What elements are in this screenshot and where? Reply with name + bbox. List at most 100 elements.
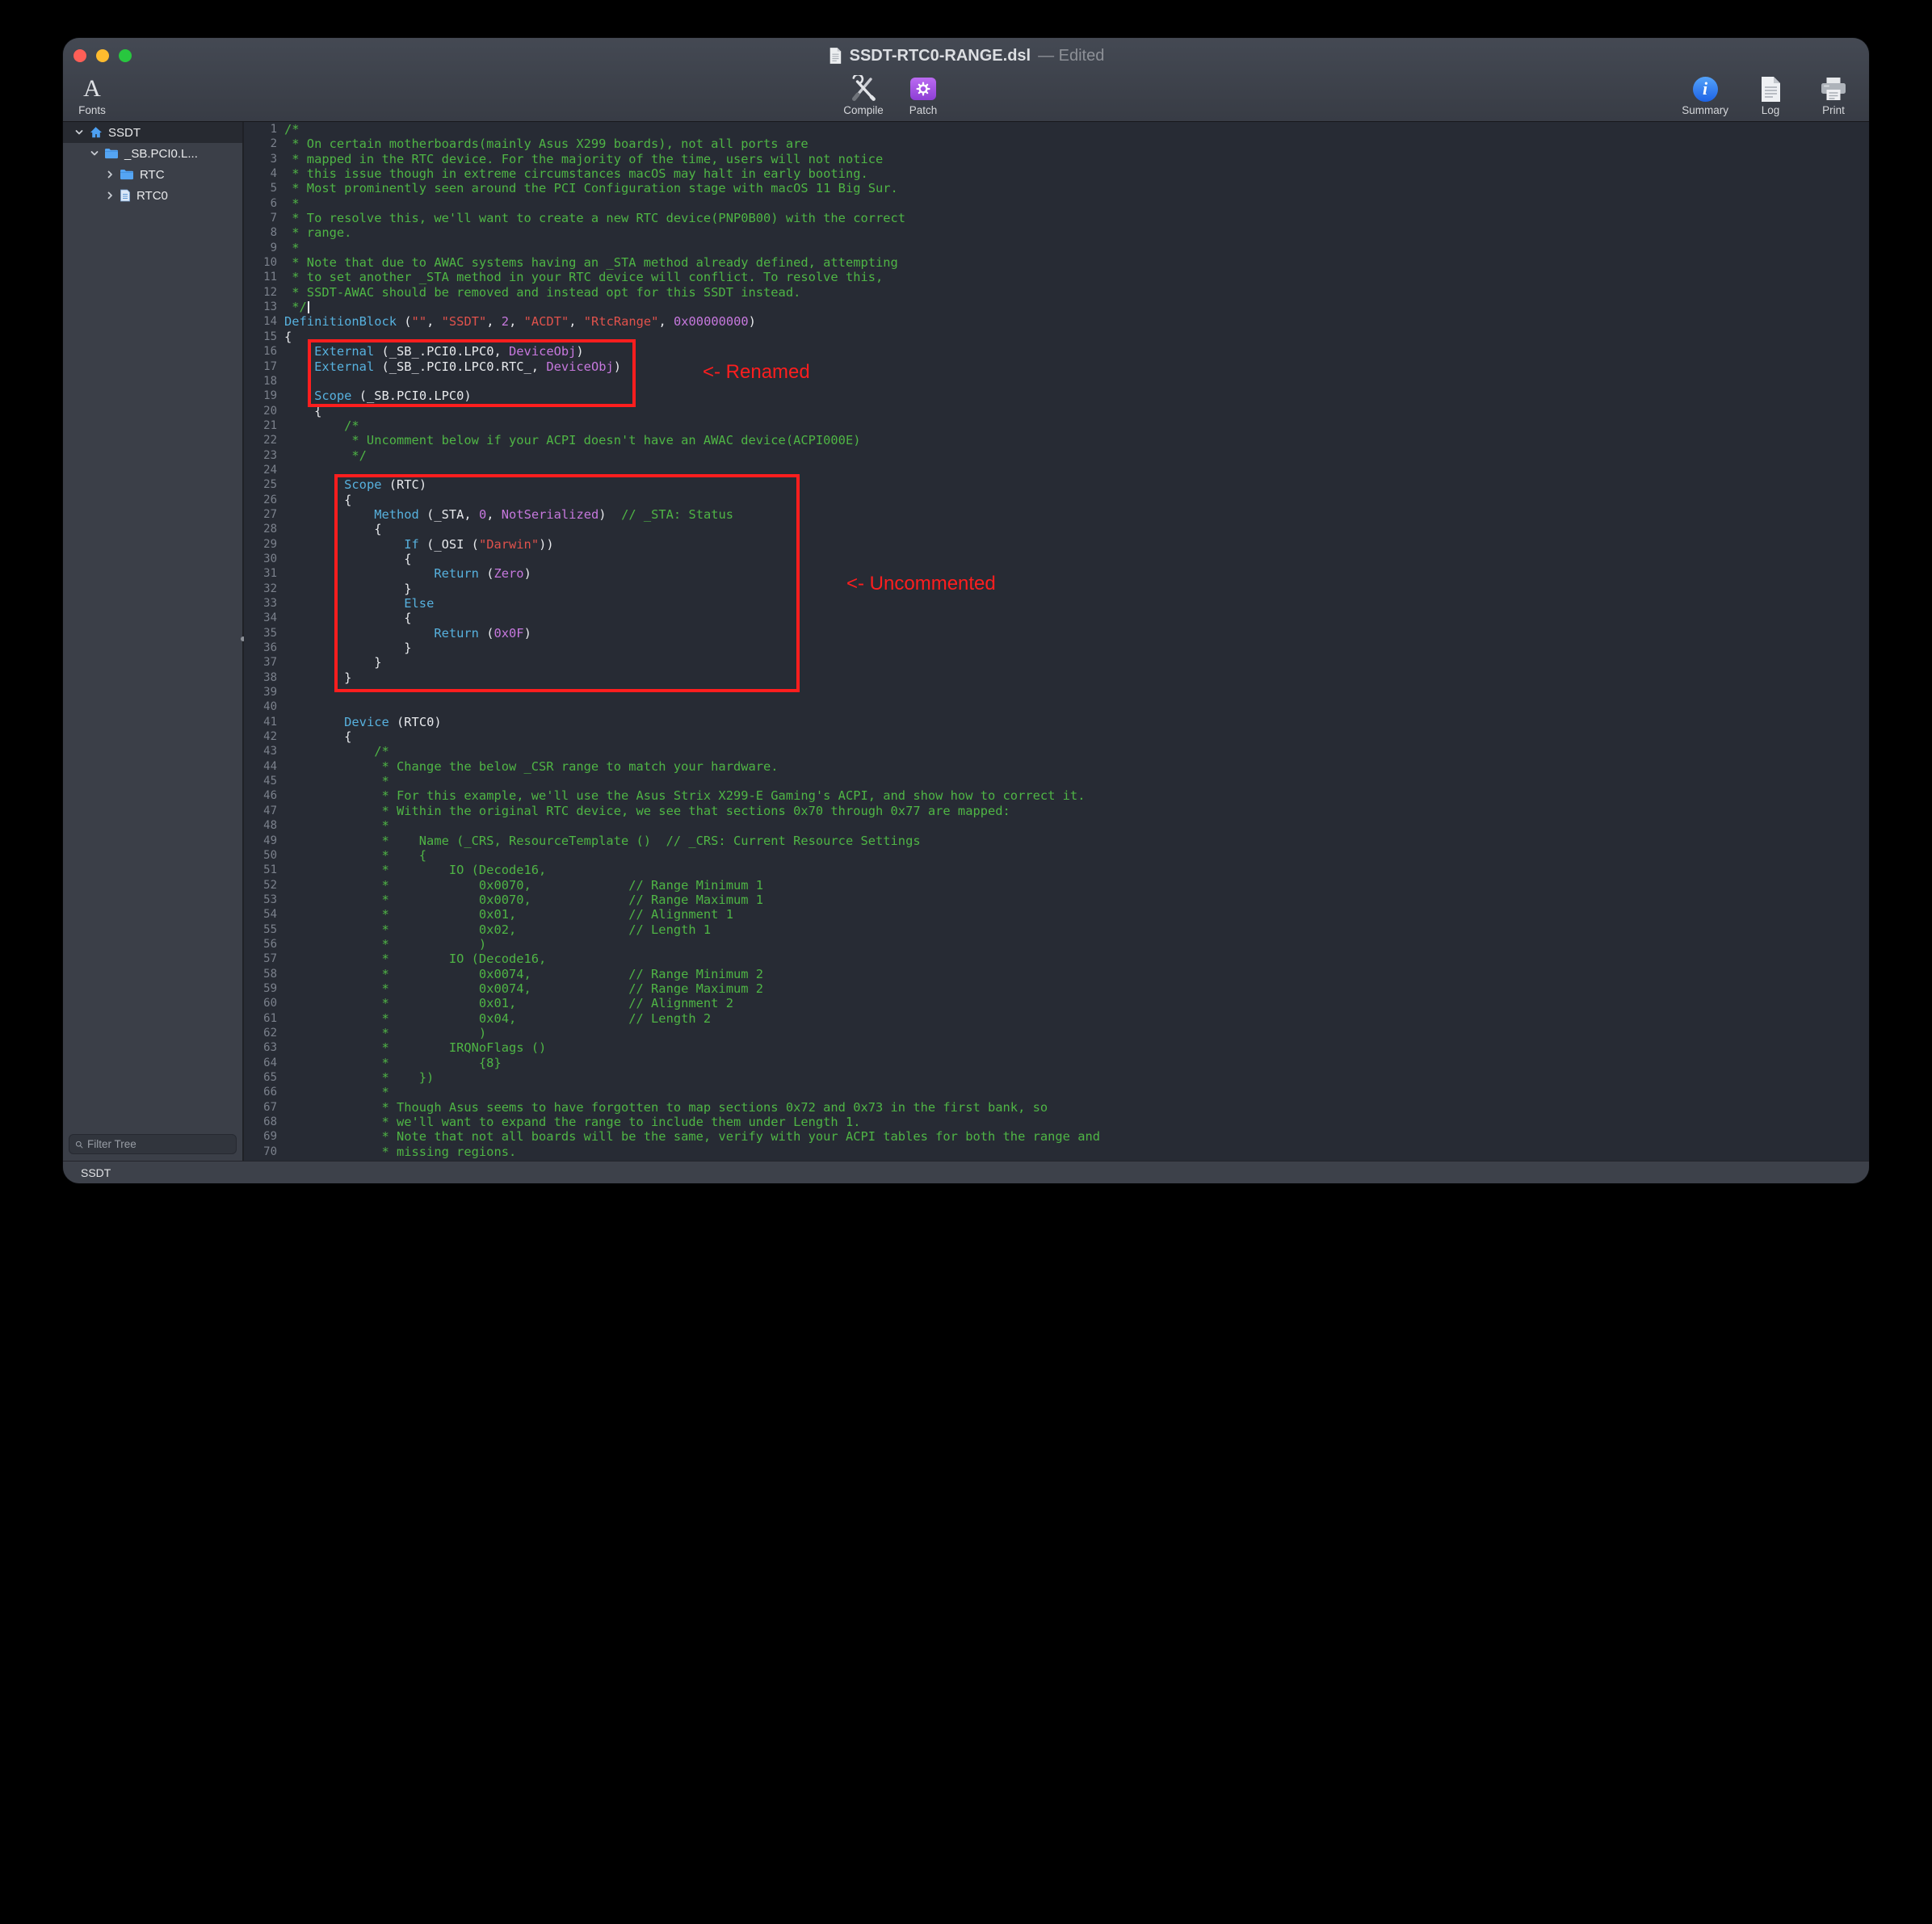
- code-line-28[interactable]: 28 {: [244, 522, 1869, 536]
- code-line-57[interactable]: 57 * IO (Decode16,: [244, 951, 1869, 966]
- code-line-11[interactable]: 11 * to set another _STA method in your …: [244, 270, 1869, 284]
- code-line-17[interactable]: 17 External (_SB_.PCI0.LPC0.RTC_, Device…: [244, 359, 1869, 374]
- code-line-39[interactable]: 39: [244, 685, 1869, 699]
- code-line-26[interactable]: 26 {: [244, 493, 1869, 507]
- code-line-64[interactable]: 64 * {8}: [244, 1056, 1869, 1070]
- sidebar-item-rtc[interactable]: RTC: [63, 164, 242, 185]
- code-line-34[interactable]: 34 {: [244, 611, 1869, 625]
- code-line-43[interactable]: 43 /*: [244, 744, 1869, 758]
- code-line-27[interactable]: 27 Method (_STA, 0, NotSerialized) // _S…: [244, 507, 1869, 522]
- code-text: Return (0x0F): [284, 626, 531, 641]
- code-line-58[interactable]: 58 * 0x0074, // Range Minimum 2: [244, 967, 1869, 981]
- code-line-24[interactable]: 24: [244, 463, 1869, 477]
- code-line-20[interactable]: 20 {: [244, 404, 1869, 418]
- log-button[interactable]: Log: [1749, 75, 1791, 116]
- code-line-50[interactable]: 50 * {: [244, 848, 1869, 863]
- code-line-46[interactable]: 46 * For this example, we'll use the Asu…: [244, 788, 1869, 803]
- code-line-59[interactable]: 59 * 0x0074, // Range Maximum 2: [244, 981, 1869, 996]
- code-line-32[interactable]: 32 }: [244, 582, 1869, 596]
- code-line-30[interactable]: 30 {: [244, 552, 1869, 566]
- code-line-54[interactable]: 54 * 0x01, // Alignment 1: [244, 907, 1869, 922]
- code-line-65[interactable]: 65 * }): [244, 1070, 1869, 1085]
- code-line-69[interactable]: 69 * Note that not all boards will be th…: [244, 1129, 1869, 1144]
- code-line-1[interactable]: 1/*: [244, 122, 1869, 137]
- code-line-13[interactable]: 13 */: [244, 300, 1869, 314]
- code-line-12[interactable]: 12 * SSDT-AWAC should be removed and ins…: [244, 285, 1869, 300]
- code-line-47[interactable]: 47 * Within the original RTC device, we …: [244, 804, 1869, 818]
- sidebar-item-rtc0[interactable]: RTC0: [63, 185, 242, 206]
- close-window-button[interactable]: [74, 49, 86, 62]
- code-line-14[interactable]: 14DefinitionBlock ("", "SSDT", 2, "ACDT"…: [244, 314, 1869, 329]
- code-line-55[interactable]: 55 * 0x02, // Length 1: [244, 922, 1869, 937]
- code-line-60[interactable]: 60 * 0x01, // Alignment 2: [244, 996, 1869, 1010]
- code-line-15[interactable]: 15{: [244, 330, 1869, 344]
- code-line-67[interactable]: 67 * Though Asus seems to have forgotten…: [244, 1100, 1869, 1115]
- tree-item-label: _SB.PCI0.L...: [124, 147, 198, 161]
- code-line-53[interactable]: 53 * 0x0070, // Range Maximum 1: [244, 893, 1869, 907]
- titlebar[interactable]: SSDT-RTC0-RANGE.dsl — Edited: [63, 38, 1869, 74]
- print-label: Print: [1822, 104, 1845, 116]
- code-line-62[interactable]: 62 * ): [244, 1026, 1869, 1040]
- code-line-7[interactable]: 7 * To resolve this, we'll want to creat…: [244, 211, 1869, 225]
- code-line-8[interactable]: 8 * range.: [244, 225, 1869, 240]
- code-line-51[interactable]: 51 * IO (Decode16,: [244, 863, 1869, 877]
- sidebar-item-sb-pci0-l[interactable]: _SB.PCI0.L...: [63, 143, 242, 164]
- chevron-down-icon[interactable]: [90, 149, 100, 159]
- filter-tree-field[interactable]: [69, 1134, 237, 1154]
- code-line-49[interactable]: 49 * Name (_CRS, ResourceTemplate () // …: [244, 834, 1869, 848]
- chevron-right-icon[interactable]: [105, 191, 116, 201]
- code-line-31[interactable]: 31 Return (Zero): [244, 566, 1869, 581]
- code-text: * to set another _STA method in your RTC…: [284, 270, 883, 284]
- code-line-66[interactable]: 66 *: [244, 1085, 1869, 1099]
- code-line-18[interactable]: 18: [244, 374, 1869, 389]
- code-text: * 0x04, // Length 2: [284, 1011, 711, 1026]
- summary-button[interactable]: i Summary: [1682, 75, 1728, 116]
- zoom-window-button[interactable]: [119, 49, 132, 62]
- chevron-down-icon[interactable]: [74, 128, 85, 138]
- code-line-70[interactable]: 70 * missing regions.: [244, 1145, 1869, 1159]
- code-line-16[interactable]: 16 External (_SB_.PCI0.LPC0, DeviceObj): [244, 344, 1869, 359]
- code-line-10[interactable]: 10 * Note that due to AWAC systems havin…: [244, 255, 1869, 270]
- code-line-38[interactable]: 38 }: [244, 670, 1869, 685]
- code-line-19[interactable]: 19 Scope (_SB.PCI0.LPC0): [244, 389, 1869, 403]
- code-line-40[interactable]: 40: [244, 699, 1869, 714]
- text-cursor: [308, 301, 309, 313]
- code-line-4[interactable]: 4 * this issue though in extreme circums…: [244, 166, 1869, 181]
- code-line-52[interactable]: 52 * 0x0070, // Range Minimum 1: [244, 878, 1869, 893]
- code-line-25[interactable]: 25 Scope (RTC): [244, 477, 1869, 492]
- code-line-44[interactable]: 44 * Change the below _CSR range to matc…: [244, 759, 1869, 774]
- code-line-63[interactable]: 63 * IRQNoFlags (): [244, 1040, 1869, 1055]
- code-line-2[interactable]: 2 * On certain motherboards(mainly Asus …: [244, 137, 1869, 151]
- code-line-36[interactable]: 36 }: [244, 641, 1869, 655]
- fonts-button[interactable]: A Fonts: [71, 75, 113, 116]
- code-line-61[interactable]: 61 * 0x04, // Length 2: [244, 1011, 1869, 1026]
- code-line-9[interactable]: 9 *: [244, 241, 1869, 255]
- code-line-29[interactable]: 29 If (_OSI ("Darwin")): [244, 537, 1869, 552]
- line-number: 21: [244, 418, 277, 433]
- filter-tree-input[interactable]: [87, 1138, 230, 1150]
- code-line-42[interactable]: 42 {: [244, 729, 1869, 744]
- code-line-56[interactable]: 56 * ): [244, 937, 1869, 951]
- code-line-68[interactable]: 68 * we'll want to expand the range to i…: [244, 1115, 1869, 1129]
- code-line-23[interactable]: 23 */: [244, 448, 1869, 463]
- sidebar-item-ssdt[interactable]: SSDT: [63, 122, 242, 143]
- code-line-35[interactable]: 35 Return (0x0F): [244, 626, 1869, 641]
- document-proxy-icon[interactable]: [828, 47, 842, 65]
- code-text: *: [284, 1085, 389, 1099]
- code-line-33[interactable]: 33 Else: [244, 596, 1869, 611]
- code-line-21[interactable]: 21 /*: [244, 418, 1869, 433]
- code-line-3[interactable]: 3 * mapped in the RTC device. For the ma…: [244, 152, 1869, 166]
- code-editor[interactable]: 1/*2 * On certain motherboards(mainly As…: [244, 122, 1869, 1161]
- code-line-45[interactable]: 45 *: [244, 774, 1869, 788]
- print-button[interactable]: Print: [1812, 75, 1854, 116]
- chevron-right-icon[interactable]: [105, 170, 116, 180]
- code-line-37[interactable]: 37 }: [244, 655, 1869, 670]
- code-line-5[interactable]: 5 * Most prominently seen around the PCI…: [244, 181, 1869, 195]
- code-line-6[interactable]: 6 *: [244, 196, 1869, 211]
- code-line-22[interactable]: 22 * Uncomment below if your ACPI doesn'…: [244, 433, 1869, 447]
- compile-button[interactable]: Compile: [842, 75, 884, 116]
- code-line-48[interactable]: 48 *: [244, 818, 1869, 833]
- code-line-41[interactable]: 41 Device (RTC0): [244, 715, 1869, 729]
- patch-button[interactable]: Patch: [902, 75, 944, 116]
- minimize-window-button[interactable]: [96, 49, 109, 62]
